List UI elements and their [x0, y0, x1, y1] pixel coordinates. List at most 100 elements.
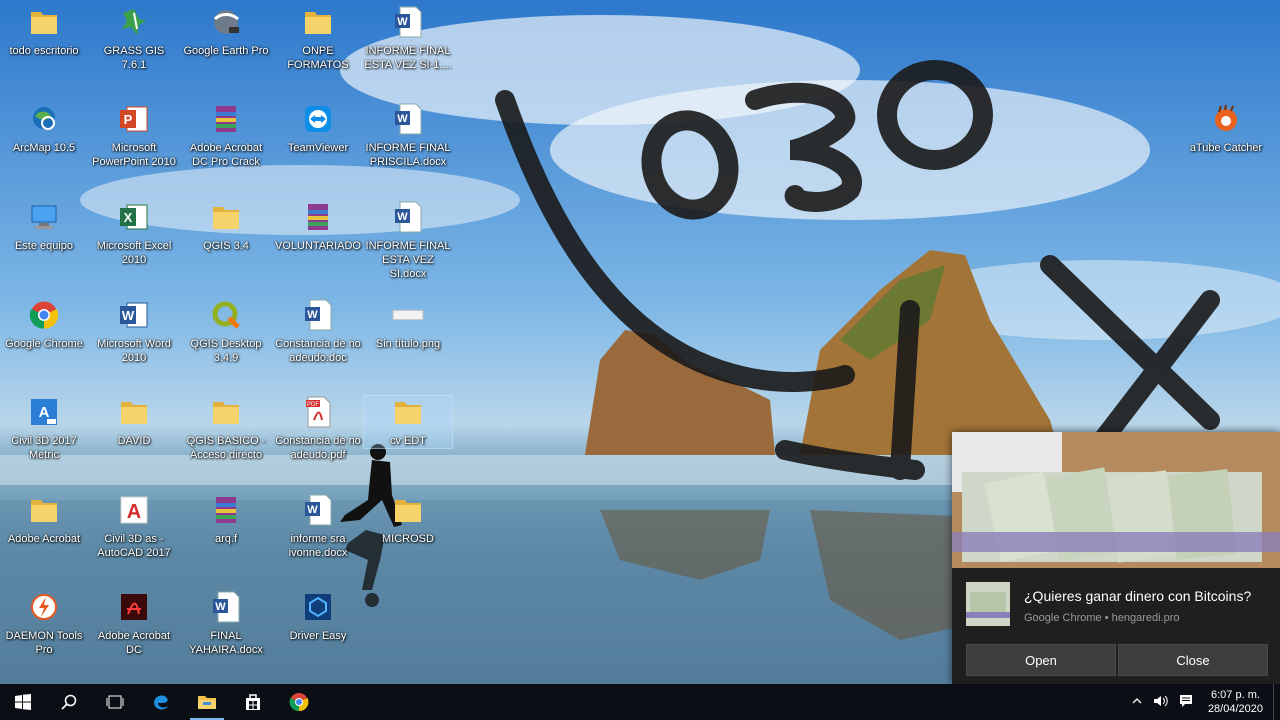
desktop-icon-label: Civil 3D 2017 Metric — [11, 435, 77, 461]
chrome-icon[interactable] — [276, 684, 322, 720]
desktop-icon[interactable]: Este equipo — [0, 201, 88, 253]
show-desktop-button[interactable] — [1273, 684, 1280, 720]
windows-start-icon[interactable] — [0, 684, 46, 720]
desktop-icon-label: Constancia de no adeudo.doc — [275, 338, 361, 364]
desktop-icon-label: VOLUNTARIADO — [275, 240, 361, 252]
notification-hero-image — [952, 432, 1280, 568]
svg-text:W: W — [122, 308, 135, 323]
svg-text:X: X — [124, 210, 133, 225]
desktop-icon-label: Driver Easy — [289, 630, 347, 642]
desktop-icon[interactable]: Sin título.png — [364, 299, 452, 351]
svg-text:W: W — [215, 601, 226, 613]
desktop-icon[interactable]: Google Chrome — [0, 299, 88, 351]
desktop-icon[interactable]: Adobe Acrobat DC — [90, 591, 178, 657]
desktop-icon-label: ArcMap 10.5 — [12, 142, 76, 154]
desktop-icon-label: Adobe Acrobat — [7, 533, 81, 545]
desktop-icon[interactable]: P Microsoft PowerPoint 2010 — [90, 103, 178, 169]
store-icon[interactable] — [230, 684, 276, 720]
notification-open-button[interactable]: Open — [966, 644, 1116, 676]
desktop-icon[interactable]: MICROSD — [364, 494, 452, 546]
desktop-icon[interactable]: GRASS GIS 7.6.1 — [90, 6, 178, 72]
svg-text:PDF: PDF — [307, 402, 319, 408]
volume-icon[interactable] — [1148, 694, 1174, 711]
desktop-icon[interactable]: TeamViewer — [274, 103, 362, 155]
word-doc-icon: W — [302, 494, 334, 526]
folder-icon — [302, 6, 334, 38]
desktop-icon-label: GRASS GIS 7.6.1 — [103, 45, 165, 71]
desktop-icon[interactable]: DAEMON Tools Pro — [0, 591, 88, 657]
desktop-icon[interactable]: DAVID — [90, 396, 178, 448]
desktop-icon[interactable]: W INFORME FINAL PRISCILA.docx — [364, 103, 452, 169]
desktop-icon[interactable]: arq.f — [182, 494, 270, 546]
file-explorer-icon[interactable] — [184, 684, 230, 720]
svg-text:W: W — [307, 309, 318, 321]
desktop-icon[interactable]: aTube Catcher — [1182, 103, 1270, 155]
chrome-notification-toast[interactable]: ¿Quieres ganar dinero con Bitcoins? Goog… — [952, 432, 1280, 684]
arcmap-icon — [28, 103, 60, 135]
winrar-icon — [210, 494, 242, 526]
notification-title: ¿Quieres ganar dinero con Bitcoins? — [1024, 588, 1252, 604]
winrar-icon — [302, 201, 334, 233]
desktop-icon[interactable]: Adobe Acrobat — [0, 494, 88, 546]
desktop-icon[interactable]: W FINAL YAHAIRA.docx — [182, 591, 270, 657]
desktop-icon[interactable]: W INFORME FINAL ESTA VEZ SI.docx — [364, 201, 452, 281]
desktop-icon[interactable]: PDF Constancia de no adeudo.pdf — [274, 396, 362, 462]
desktop-icon-label: Constancia de no adeudo.pdf — [275, 435, 361, 461]
desktop-icon[interactable]: ONPE FORMATOS — [274, 6, 362, 72]
edge-icon[interactable] — [138, 684, 184, 720]
desktop-icon-label: DAEMON Tools Pro — [5, 630, 83, 656]
desktop-icon[interactable]: A Civil 3D as - AutoCAD 2017 — [90, 494, 178, 560]
desktop-icon[interactable]: A Civil 3D 2017 Metric — [0, 396, 88, 462]
desktop-icon-label: INFORME FINAL ESTA VEZ SI.docx — [365, 240, 451, 280]
desktop-icon[interactable]: QGIS 3.4 — [182, 201, 270, 253]
desktop-icon[interactable]: ArcMap 10.5 — [0, 103, 88, 155]
search-icon[interactable] — [46, 684, 92, 720]
autocad-icon: A — [118, 494, 150, 526]
desktop-icon[interactable]: W Constancia de no adeudo.doc — [274, 299, 362, 365]
chevron-up-icon[interactable] — [1126, 696, 1148, 708]
desktop-icon-label: Este equipo — [14, 240, 74, 252]
desktop-icon[interactable]: cv EDT — [363, 395, 453, 449]
desktop-icon[interactable]: Winforme sra ivonne.docx — [274, 494, 362, 560]
excel-icon: X — [118, 201, 150, 233]
image-file-icon — [392, 299, 424, 331]
desktop-icon-label: Google Earth Pro — [183, 45, 269, 57]
desktop-icon[interactable]: Adobe Acrobat DC Pro Crack — [182, 103, 270, 169]
notification-center-icon[interactable] — [1174, 694, 1198, 711]
desktop-icon-label: QGIS BASICO - Acceso directo — [186, 435, 266, 461]
taskbar-clock[interactable]: 6:07 p. m. 28/04/2020 — [1198, 688, 1273, 716]
desktop-icon-label: QGIS Desktop 3.4.9 — [190, 338, 262, 364]
desktop-icon[interactable]: W INFORME FINAL ESTA VEZ SI-1.... — [364, 6, 452, 72]
taskbar: 6:07 p. m. 28/04/2020 — [0, 684, 1280, 720]
word-doc-icon: W — [302, 299, 334, 331]
computer-icon — [28, 201, 60, 233]
desktop-icon-label: DAVID — [117, 435, 151, 447]
svg-text:A: A — [39, 404, 50, 421]
desktop-icon[interactable]: QGIS BASICO - Acceso directo — [182, 396, 270, 462]
svg-text:P: P — [124, 112, 133, 127]
notification-close-button[interactable]: Close — [1118, 644, 1268, 676]
desktop-icon-label: MICROSD — [382, 533, 434, 545]
desktop-icon[interactable]: VOLUNTARIADO — [274, 201, 362, 253]
svg-text:W: W — [397, 211, 408, 223]
desktop-icon[interactable]: Google Earth Pro — [182, 6, 270, 58]
folder-icon — [118, 396, 150, 428]
folder-icon — [392, 494, 424, 526]
task-view-icon[interactable] — [92, 684, 138, 720]
desktop-icon[interactable]: Driver Easy — [274, 591, 362, 643]
desktop-icon-label: cv EDT — [389, 435, 427, 447]
folder-icon — [28, 494, 60, 526]
desktop-icon[interactable]: X Microsoft Excel 2010 — [90, 201, 178, 267]
desktop-icon[interactable]: todo escritorio — [0, 6, 88, 58]
desktop-icon-label: Adobe Acrobat DC Pro Crack — [189, 142, 263, 168]
desktop-icon-label: Civil 3D as - AutoCAD 2017 — [97, 533, 171, 559]
desktop-icon[interactable]: W Microsoft Word 2010 — [90, 299, 178, 365]
qgis-icon — [210, 299, 242, 331]
desktop-icon[interactable]: QGIS Desktop 3.4.9 — [182, 299, 270, 365]
acrobat-icon — [118, 591, 150, 623]
desktop-icon-label: TeamViewer — [287, 142, 349, 154]
svg-text:W: W — [397, 113, 408, 125]
atube-catcher-icon — [1210, 103, 1242, 135]
desktop-icon-label: QGIS 3.4 — [203, 240, 249, 252]
word-doc-icon: W — [392, 103, 424, 135]
